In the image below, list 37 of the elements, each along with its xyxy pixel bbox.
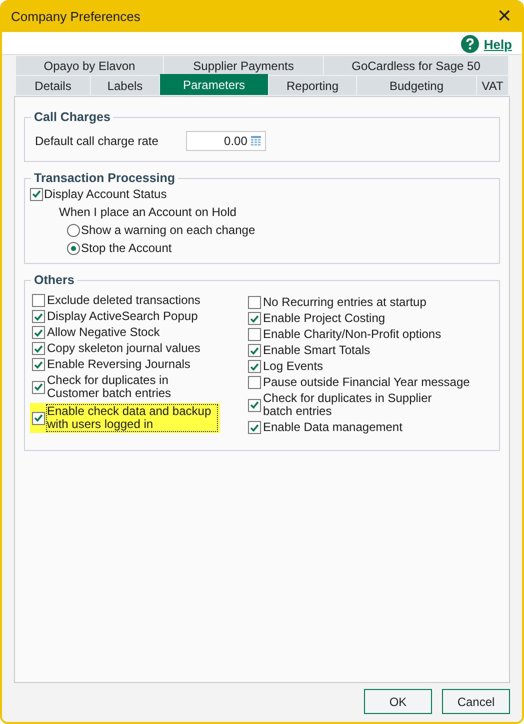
tab[interactable]: GoCardless for Sage 50: [324, 56, 509, 76]
checkbox-label[interactable]: Log Events: [263, 360, 324, 373]
checkbox-label[interactable]: Display ActiveSearch Popup: [47, 310, 198, 323]
checkbox-label[interactable]: Allow Negative Stock: [47, 326, 160, 339]
radio-label[interactable]: Show a warning on each change: [81, 223, 256, 237]
tab[interactable]: VAT: [477, 76, 509, 96]
hold-label: When I place an Account on Hold: [59, 205, 238, 219]
checkbox-label[interactable]: Exclude deleted transactions: [47, 294, 200, 307]
checkbox-label[interactable]: No Recurring entries at startup: [263, 296, 426, 309]
checkbox-label[interactable]: Copy skeleton journal values: [47, 342, 200, 355]
checkbox-label[interactable]: Check for duplicates in Customer batch entries: [47, 374, 217, 400]
checkbox-label[interactable]: Enable Smart Totals: [263, 344, 370, 357]
window-title: Company Preferences: [11, 8, 140, 24]
tab[interactable]: Parameters: [160, 74, 269, 96]
tab[interactable]: Supplier Payments: [164, 56, 324, 76]
checkbox-label[interactable]: Pause outside Financial Year message: [263, 376, 470, 389]
close-button[interactable]: ✕: [494, 6, 514, 26]
dialog-button[interactable]: OK: [364, 689, 432, 714]
checkbox-label[interactable]: Enable Charity/Non-Profit options: [263, 328, 442, 341]
dialog-button[interactable]: Cancel: [442, 689, 510, 714]
radio-label[interactable]: Stop the Account: [81, 241, 172, 255]
group-title: Call Charges: [33, 110, 112, 124]
tab[interactable]: Reporting: [269, 76, 357, 96]
field-label: Default call charge rate: [35, 134, 158, 148]
checkbox-label[interactable]: Check for duplicates in Supplier batch entries: [263, 392, 433, 418]
checkbox-label[interactable]: Enable Reversing Journals: [47, 358, 190, 371]
checkbox-label[interactable]: Enable Data management: [263, 421, 402, 434]
tab[interactable]: Details: [16, 76, 91, 96]
tab[interactable]: Labels: [91, 76, 160, 96]
checkbox-label[interactable]: Enable Project Costing: [263, 312, 386, 325]
help-link[interactable]: Help: [460, 35, 512, 53]
rate-field[interactable]: 0.00: [186, 131, 266, 151]
checkbox-label[interactable]: Display Account Status: [44, 187, 167, 201]
tab[interactable]: Opayo by Elavon: [16, 56, 164, 76]
group-title: Transaction Processing: [33, 171, 176, 185]
tab[interactable]: Budgeting: [357, 76, 477, 96]
group-title: Others: [33, 273, 76, 287]
